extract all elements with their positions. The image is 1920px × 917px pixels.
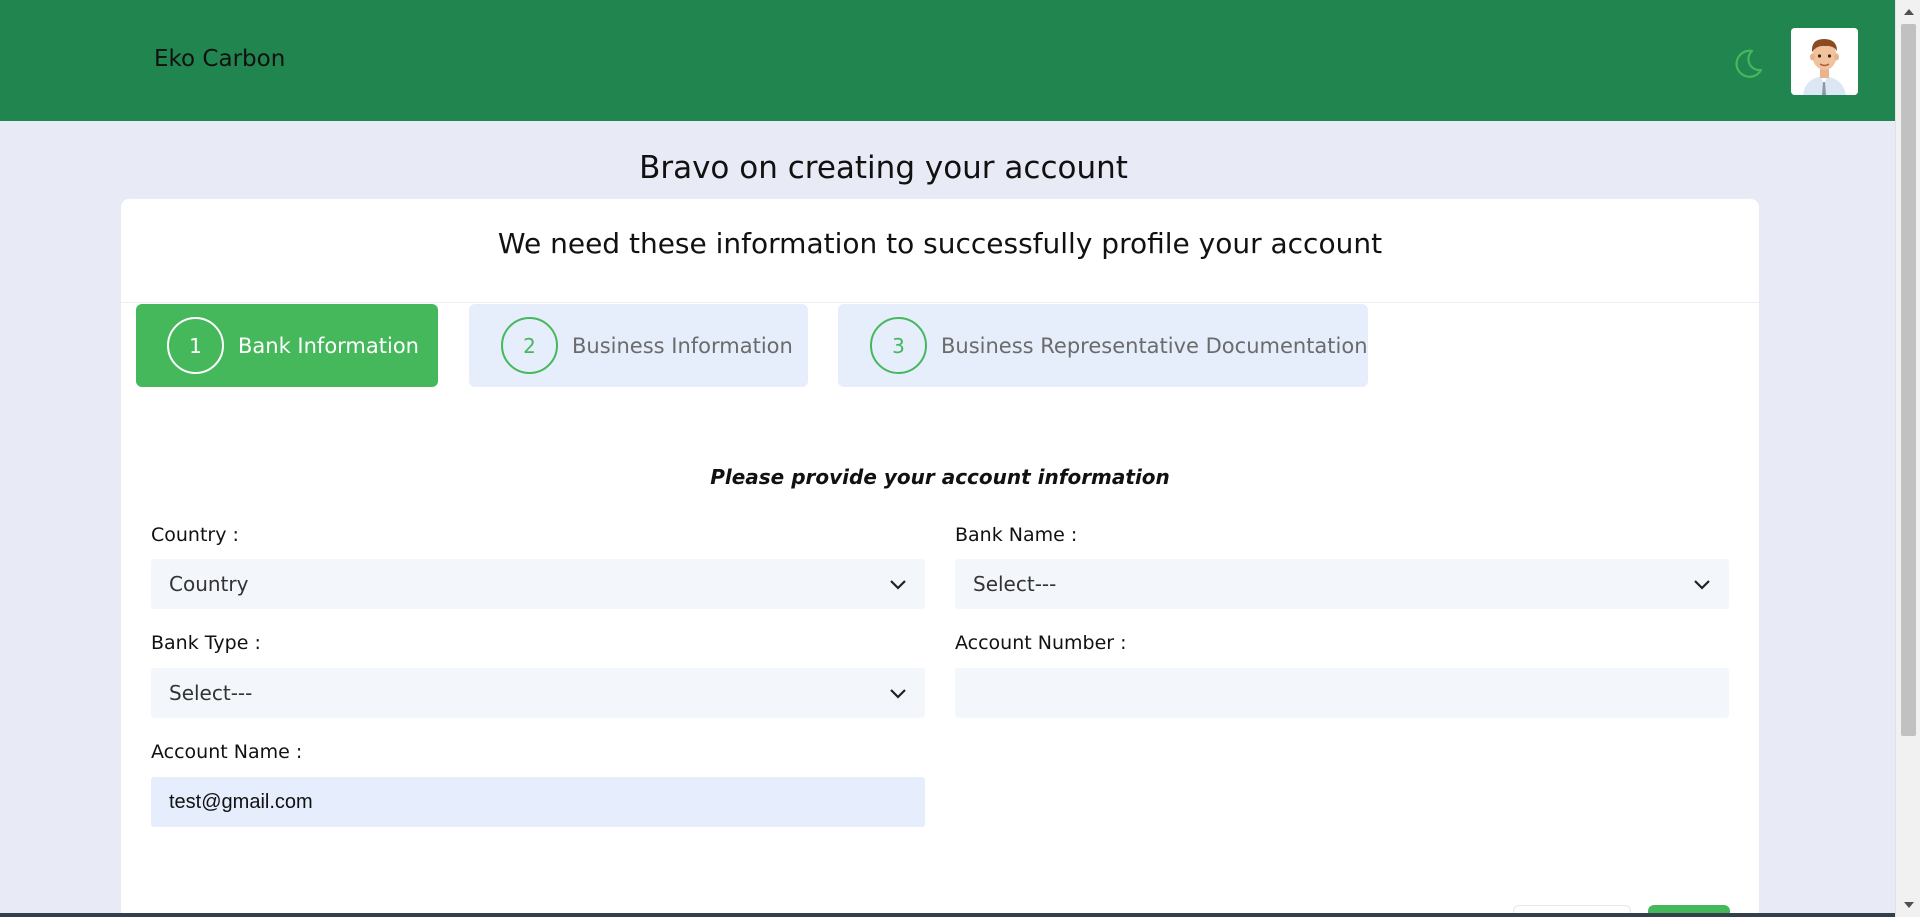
top-navbar: Eko Carbon bbox=[0, 0, 1895, 121]
account-name-input[interactable]: test@gmail.com bbox=[151, 777, 925, 827]
scroll-down-arrow-icon[interactable] bbox=[1896, 895, 1920, 915]
page-scrollbar[interactable] bbox=[1895, 0, 1920, 917]
card-header: We need these information to successfull… bbox=[121, 199, 1759, 303]
bank-name-select[interactable]: Select--- bbox=[955, 559, 1729, 609]
bank-type-select-value: Select--- bbox=[169, 681, 253, 705]
bank-name-select-value: Select--- bbox=[973, 572, 1057, 596]
step-bank-information[interactable]: 1 Bank Information bbox=[136, 304, 438, 387]
step-label: Business Information bbox=[572, 333, 793, 358]
account-number-input[interactable] bbox=[955, 668, 1729, 718]
step-number: 2 bbox=[501, 317, 558, 374]
country-select[interactable]: Country bbox=[151, 559, 925, 609]
user-avatar[interactable] bbox=[1791, 28, 1858, 95]
bank-type-label: Bank Type : bbox=[151, 632, 261, 654]
page-title: Bravo on creating your account bbox=[639, 150, 1128, 186]
form-heading: Please provide your account information bbox=[710, 465, 1170, 489]
step-business-representative-documentation[interactable]: 3 Business Representative Documentation bbox=[838, 304, 1368, 387]
country-select-value: Country bbox=[169, 572, 249, 596]
step-business-information[interactable]: 2 Business Information bbox=[469, 304, 808, 387]
avatar-illustration-icon bbox=[1791, 28, 1858, 95]
card-subtitle: We need these information to successfull… bbox=[497, 227, 1383, 260]
step-number: 1 bbox=[167, 317, 224, 374]
scrollbar-thumb[interactable] bbox=[1901, 24, 1916, 736]
chevron-down-icon bbox=[1694, 580, 1710, 590]
bottom-edge-strip bbox=[0, 913, 1895, 917]
step-label: Bank Information bbox=[238, 333, 419, 358]
account-name-value: test@gmail.com bbox=[169, 790, 313, 813]
scroll-up-arrow-icon[interactable] bbox=[1896, 2, 1920, 22]
country-label: Country : bbox=[151, 524, 239, 546]
step-number: 3 bbox=[870, 317, 927, 374]
bank-name-label: Bank Name : bbox=[955, 524, 1078, 546]
moon-icon[interactable] bbox=[1730, 46, 1766, 82]
onboarding-card: We need these information to successfull… bbox=[121, 199, 1759, 917]
bank-type-select[interactable]: Select--- bbox=[151, 668, 925, 718]
chevron-down-icon bbox=[890, 580, 906, 590]
account-name-label: Account Name : bbox=[151, 741, 303, 763]
account-number-label: Account Number : bbox=[955, 632, 1127, 654]
brand-name[interactable]: Eko Carbon bbox=[154, 46, 285, 72]
chevron-down-icon bbox=[890, 689, 906, 699]
step-label: Business Representative Documentation bbox=[941, 333, 1368, 358]
